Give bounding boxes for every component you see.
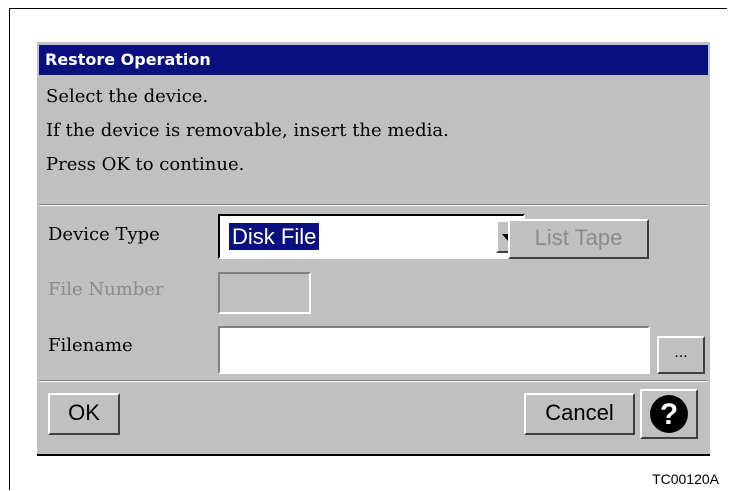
help-icon: ? bbox=[650, 395, 688, 433]
device-type-label: Device Type bbox=[48, 224, 160, 245]
separator bbox=[39, 204, 708, 206]
browse-button[interactable]: ... bbox=[657, 336, 705, 374]
filename-input[interactable] bbox=[218, 326, 650, 374]
device-type-value: Disk File bbox=[229, 223, 320, 250]
file-number-label: File Number bbox=[48, 279, 164, 300]
help-glyph: ? bbox=[660, 398, 678, 431]
separator-bottom bbox=[39, 380, 708, 382]
message-line-1: Select the device. bbox=[46, 86, 209, 107]
list-tape-button[interactable]: List Tape bbox=[508, 219, 649, 259]
ok-button[interactable]: OK bbox=[48, 393, 120, 435]
file-number-field[interactable] bbox=[218, 272, 311, 314]
restore-dialog: Restore Operation Select the device. If … bbox=[37, 42, 710, 456]
message-line-2: If the device is removable, insert the m… bbox=[46, 120, 449, 141]
dialog-title: Restore Operation bbox=[39, 45, 708, 75]
figure-id: TC00120A bbox=[652, 471, 719, 487]
device-type-select[interactable]: Disk File bbox=[218, 214, 525, 259]
help-button[interactable]: ? bbox=[640, 389, 698, 439]
message-line-3: Press OK to continue. bbox=[46, 154, 245, 175]
cancel-button[interactable]: Cancel bbox=[524, 393, 635, 435]
filename-label: Filename bbox=[48, 335, 133, 356]
